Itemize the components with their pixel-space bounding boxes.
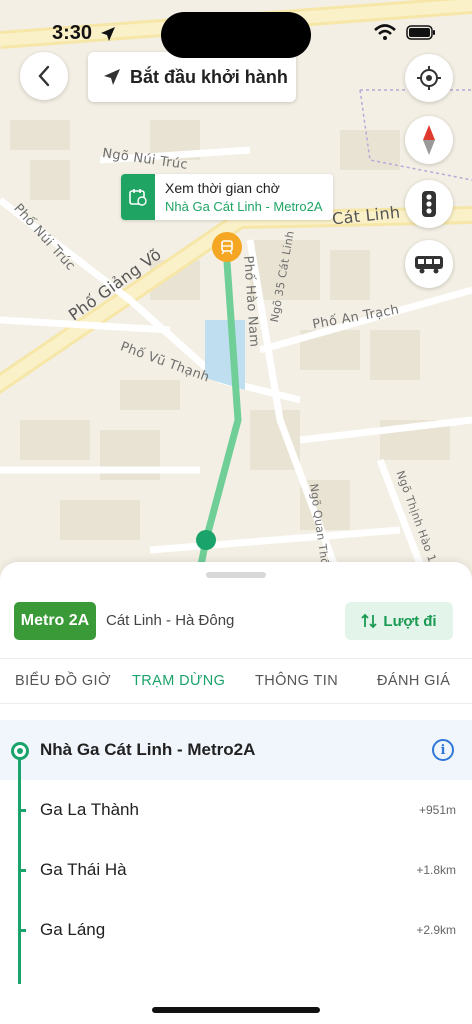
list-item[interactable]: Ga La Thành +951m (0, 780, 472, 840)
wifi-icon (374, 24, 396, 40)
route-badge: Metro 2A (14, 602, 96, 640)
compass-icon (423, 125, 435, 155)
tab-bar: BIỂU ĐỒ GIỜ TRẠM DỪNG THÔNG TIN ĐÁNH GIÁ (0, 658, 472, 704)
locate-button[interactable] (405, 54, 453, 102)
tab-reviews[interactable]: ĐÁNH GIÁ (377, 673, 450, 689)
map-view[interactable]: Ngõ Núi Trúc Phố Núi Trúc Phố Giảng Võ C… (0, 0, 472, 590)
destination-marker-icon (196, 530, 216, 550)
tab-indicator (120, 702, 235, 704)
wait-card-title: Xem thời gian chờ (165, 180, 280, 196)
bus-button[interactable] (405, 240, 453, 288)
route-sheet: Metro 2A Cát Linh - Hà Đông Lượt đi BIỂU… (0, 562, 472, 1024)
bus-icon (415, 256, 443, 274)
swap-arrows-icon (361, 613, 378, 629)
tab-info[interactable]: THÔNG TIN (255, 673, 338, 689)
start-trip-button[interactable]: Bắt đầu khởi hành (88, 52, 296, 102)
back-button[interactable] (20, 52, 68, 100)
stop-timeline (18, 750, 21, 984)
direction-label: Lượt đi (383, 612, 437, 630)
compass-button[interactable] (405, 116, 453, 164)
location-arrow-icon (101, 27, 115, 41)
wait-time-card[interactable]: Xem thời gian chờ Nhà Ga Cát Linh - Metr… (121, 174, 333, 220)
direction-button[interactable]: Lượt đi (345, 602, 453, 640)
wait-card-subtitle: Nhà Ga Cát Linh - Metro2A (165, 199, 323, 214)
traffic-button[interactable] (405, 180, 453, 228)
station-marker-icon[interactable] (212, 232, 242, 262)
stop-distance: +2.9km (416, 923, 456, 937)
chevron-left-icon (38, 65, 50, 87)
dynamic-island (161, 12, 311, 58)
sheet-handle[interactable] (206, 572, 266, 578)
start-trip-label: Bắt đầu khởi hành (130, 66, 288, 87)
calendar-clock-icon (121, 174, 155, 220)
status-time: 3:30 (52, 22, 93, 44)
current-stop-dot (11, 742, 29, 760)
stop-name: Ga La Thành (40, 800, 139, 819)
list-item[interactable]: Ga Thái Hà +1.8km (0, 840, 472, 900)
stop-name: Ga Thái Hà (40, 860, 127, 879)
list-item[interactable]: Nhà Ga Cát Linh - Metro2A i (0, 720, 472, 780)
list-item[interactable]: Ga Láng +2.9km (0, 900, 472, 960)
stop-name: Nhà Ga Cát Linh - Metro2A (40, 740, 256, 759)
stop-list: Nhà Ga Cát Linh - Metro2A i Ga La Thành … (0, 720, 472, 960)
tab-schedule[interactable]: BIỂU ĐỒ GIỜ (15, 673, 111, 689)
stop-tick (18, 809, 26, 812)
route-name: Cát Linh - Hà Đông (106, 612, 235, 629)
stop-distance: +951m (418, 803, 456, 817)
stop-distance: +1.8km (416, 863, 456, 877)
home-indicator[interactable] (152, 1007, 320, 1013)
tab-stops[interactable]: TRẠM DỪNG (132, 673, 225, 689)
info-icon[interactable]: i (432, 739, 454, 761)
traffic-light-icon (422, 191, 436, 217)
navigation-arrow-icon (104, 69, 120, 85)
stop-tick (18, 869, 26, 872)
stop-tick (18, 929, 26, 932)
battery-icon (406, 24, 435, 40)
status-bar: 3:30 (0, 0, 472, 58)
crosshair-icon (417, 66, 441, 90)
stop-name: Ga Láng (40, 920, 106, 939)
